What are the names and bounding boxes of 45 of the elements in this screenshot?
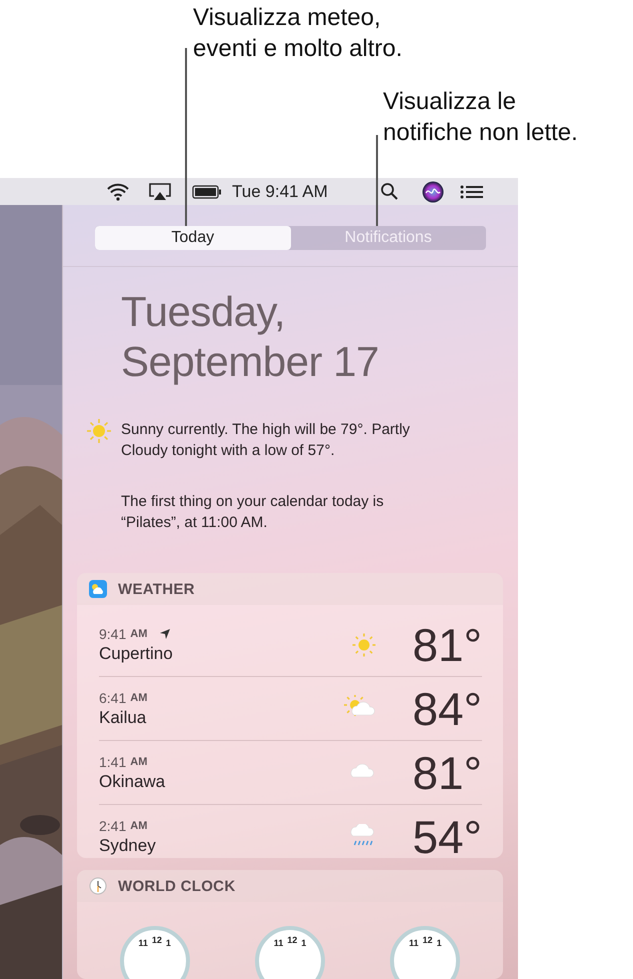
summary-text: Sunny currently. The high will be 79°. Partly Cloudy tonight with a low of 57°. <box>121 420 411 462</box>
clock-numeral: 11 <box>274 938 284 950</box>
battery-icon[interactable] <box>192 184 222 198</box>
clock-numeral: 12 <box>422 935 433 948</box>
temperature: 81° <box>411 746 482 800</box>
date-day: September 17 <box>121 337 518 388</box>
city-name: Sydney <box>99 836 157 856</box>
clock-numeral: 1 <box>301 938 306 950</box>
clock-numeral: 11 <box>138 938 148 950</box>
siri-icon[interactable] <box>422 180 444 202</box>
clock-numeral: 11 <box>409 938 419 950</box>
city-name: Okinawa <box>99 772 166 792</box>
clock-numeral: 12 <box>152 935 162 948</box>
date-weekday: Tuesday, <box>121 287 286 338</box>
time-period: AM <box>130 628 148 640</box>
clock-numeral: 1 <box>166 938 171 950</box>
menu-clock[interactable]: Tue 9:41 AM <box>232 182 380 202</box>
city-name: Cupertino <box>99 644 174 664</box>
card-title: WORLD CLOCK <box>118 878 236 895</box>
local-time: 1:41 <box>99 754 126 770</box>
temperature: 81° <box>411 618 482 672</box>
search-icon[interactable] <box>380 182 399 201</box>
wifi-icon[interactable] <box>106 182 130 200</box>
callout-text: Visualizza le notifiche non lette. <box>383 87 578 148</box>
airplay-icon[interactable] <box>148 182 172 202</box>
callout-text: Visualizza meteo, eventi e molto altro. <box>193 3 402 64</box>
local-time: 6:41 <box>99 690 126 706</box>
time-period: AM <box>130 756 148 768</box>
clock-icon <box>89 877 107 896</box>
temperature: 54° <box>411 810 482 858</box>
weather-app-icon <box>89 580 107 598</box>
local-time: 2:41 <box>99 818 126 834</box>
list-icon[interactable] <box>460 184 484 198</box>
temperature: 84° <box>411 682 482 736</box>
summary-text: The first thing on your calendar today is “Pilates”, at 11:00 AM. <box>121 492 385 534</box>
sun-icon <box>85 417 113 446</box>
clock-numeral: 12 <box>287 935 298 948</box>
time-period: AM <box>130 820 148 832</box>
tab[interactable]: Today <box>95 226 290 250</box>
clock-numeral: 1 <box>436 938 442 950</box>
card-title: WEATHER <box>118 580 195 598</box>
local-time: 9:41 <box>99 626 126 642</box>
sun-icon <box>350 630 378 659</box>
time-period: AM <box>130 692 148 704</box>
city-name: Kailua <box>99 708 148 728</box>
